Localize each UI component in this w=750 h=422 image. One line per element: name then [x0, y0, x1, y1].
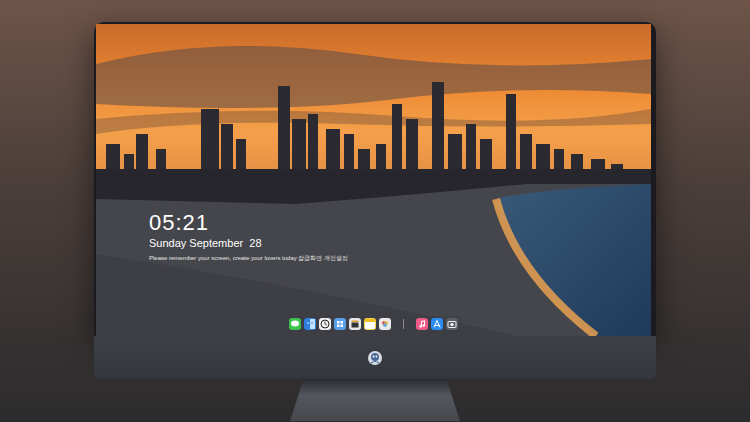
lock-info: 05:21Sunday September 28 Please remember … [96, 24, 651, 263]
monitor-chin [94, 336, 656, 379]
photos-icon [379, 318, 391, 330]
brand-logo-icon [367, 350, 383, 366]
monitor: 05:21Sunday September 28 Please remember … [94, 22, 656, 336]
notes-icon [364, 318, 376, 330]
dock-item[interactable] [334, 318, 346, 330]
lock-screen: 05:21Sunday September 28 Please remember … [96, 24, 651, 336]
dock-item[interactable] [319, 318, 331, 330]
dock-item[interactable] [446, 318, 458, 330]
dock [285, 316, 462, 332]
dock-item[interactable] [289, 318, 301, 330]
page: 05:21Sunday September 28 Please remember … [0, 0, 750, 422]
dock-item[interactable] [431, 318, 443, 330]
finder-icon [304, 318, 316, 330]
messages-icon [289, 318, 301, 330]
camera-icon [446, 318, 458, 330]
dock-item[interactable] [304, 318, 316, 330]
music-icon [416, 318, 428, 330]
clock-icon [319, 318, 331, 330]
clock-date: Sunday September 28 [149, 236, 651, 250]
monitor-stand [290, 379, 460, 421]
dock-item[interactable] [349, 318, 361, 330]
dock-item[interactable] [379, 318, 391, 330]
dock-item[interactable] [416, 318, 428, 330]
video-icon [349, 318, 361, 330]
apps-icon [334, 318, 346, 330]
wallpaper-photo [96, 24, 651, 336]
lock-message: Please remember your screen, create your… [149, 253, 651, 263]
dock-separator [403, 319, 404, 329]
app-store-icon [431, 318, 443, 330]
clock-time: 05:21 [149, 210, 651, 236]
dock-item[interactable] [364, 318, 376, 330]
